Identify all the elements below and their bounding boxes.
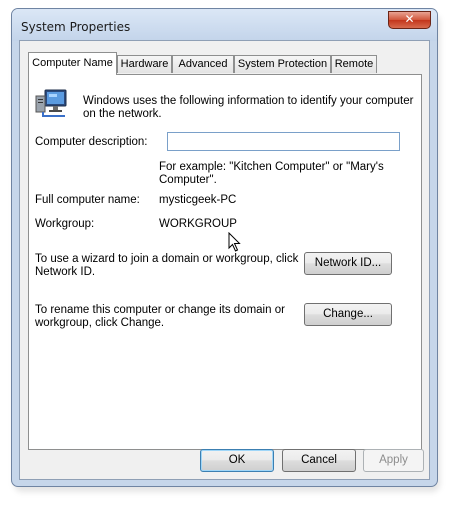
close-icon: ✕ — [404, 12, 415, 26]
tab-remote[interactable]: Remote — [331, 55, 377, 73]
window-title: System Properties — [21, 20, 131, 34]
close-button[interactable]: ✕ — [388, 11, 431, 29]
intro-text-line1: Windows uses the following information t… — [83, 95, 414, 107]
network-id-text-line1: To use a wizard to join a domain or work… — [35, 253, 299, 265]
apply-button[interactable]: Apply — [363, 449, 424, 472]
change-text-line1: To rename this computer or change its do… — [35, 304, 285, 316]
computer-description-input[interactable] — [167, 132, 400, 151]
change-text-line2: workgroup, click Change. — [35, 317, 165, 329]
description-label: Computer description: — [35, 136, 148, 148]
tab-advanced[interactable]: Advanced — [172, 55, 234, 73]
tab-computer-name[interactable]: Computer Name — [28, 52, 117, 75]
title-bar[interactable]: System Properties ✕ — [12, 9, 437, 41]
example-text-line2: Computer". — [159, 174, 217, 186]
ok-button[interactable]: OK — [200, 449, 274, 472]
tab-system-protection[interactable]: System Protection — [234, 55, 331, 73]
intro-text-line2: on the network. — [83, 108, 162, 120]
example-text-line1: For example: "Kitchen Computer" or "Mary… — [159, 161, 384, 173]
full-name-label: Full computer name: — [35, 194, 140, 206]
workgroup-value: WORKGROUP — [159, 218, 237, 230]
workgroup-label: Workgroup: — [35, 218, 95, 230]
system-properties-window: System Properties ✕ Computer Name Hardwa… — [11, 8, 438, 487]
full-name-value: mysticgeek-PC — [159, 194, 237, 206]
computer-name-panel: Windows uses the following information t… — [28, 74, 422, 450]
dialog-client-area: Computer Name Hardware Advanced System P… — [19, 40, 430, 480]
change-button[interactable]: Change... — [304, 303, 392, 326]
cancel-button[interactable]: Cancel — [282, 449, 356, 472]
computer-network-icon — [35, 89, 67, 117]
mouse-pointer-icon — [228, 232, 241, 252]
network-id-text-line2: Network ID. — [35, 266, 96, 278]
network-id-button[interactable]: Network ID... — [304, 252, 392, 275]
tab-hardware[interactable]: Hardware — [117, 55, 172, 73]
